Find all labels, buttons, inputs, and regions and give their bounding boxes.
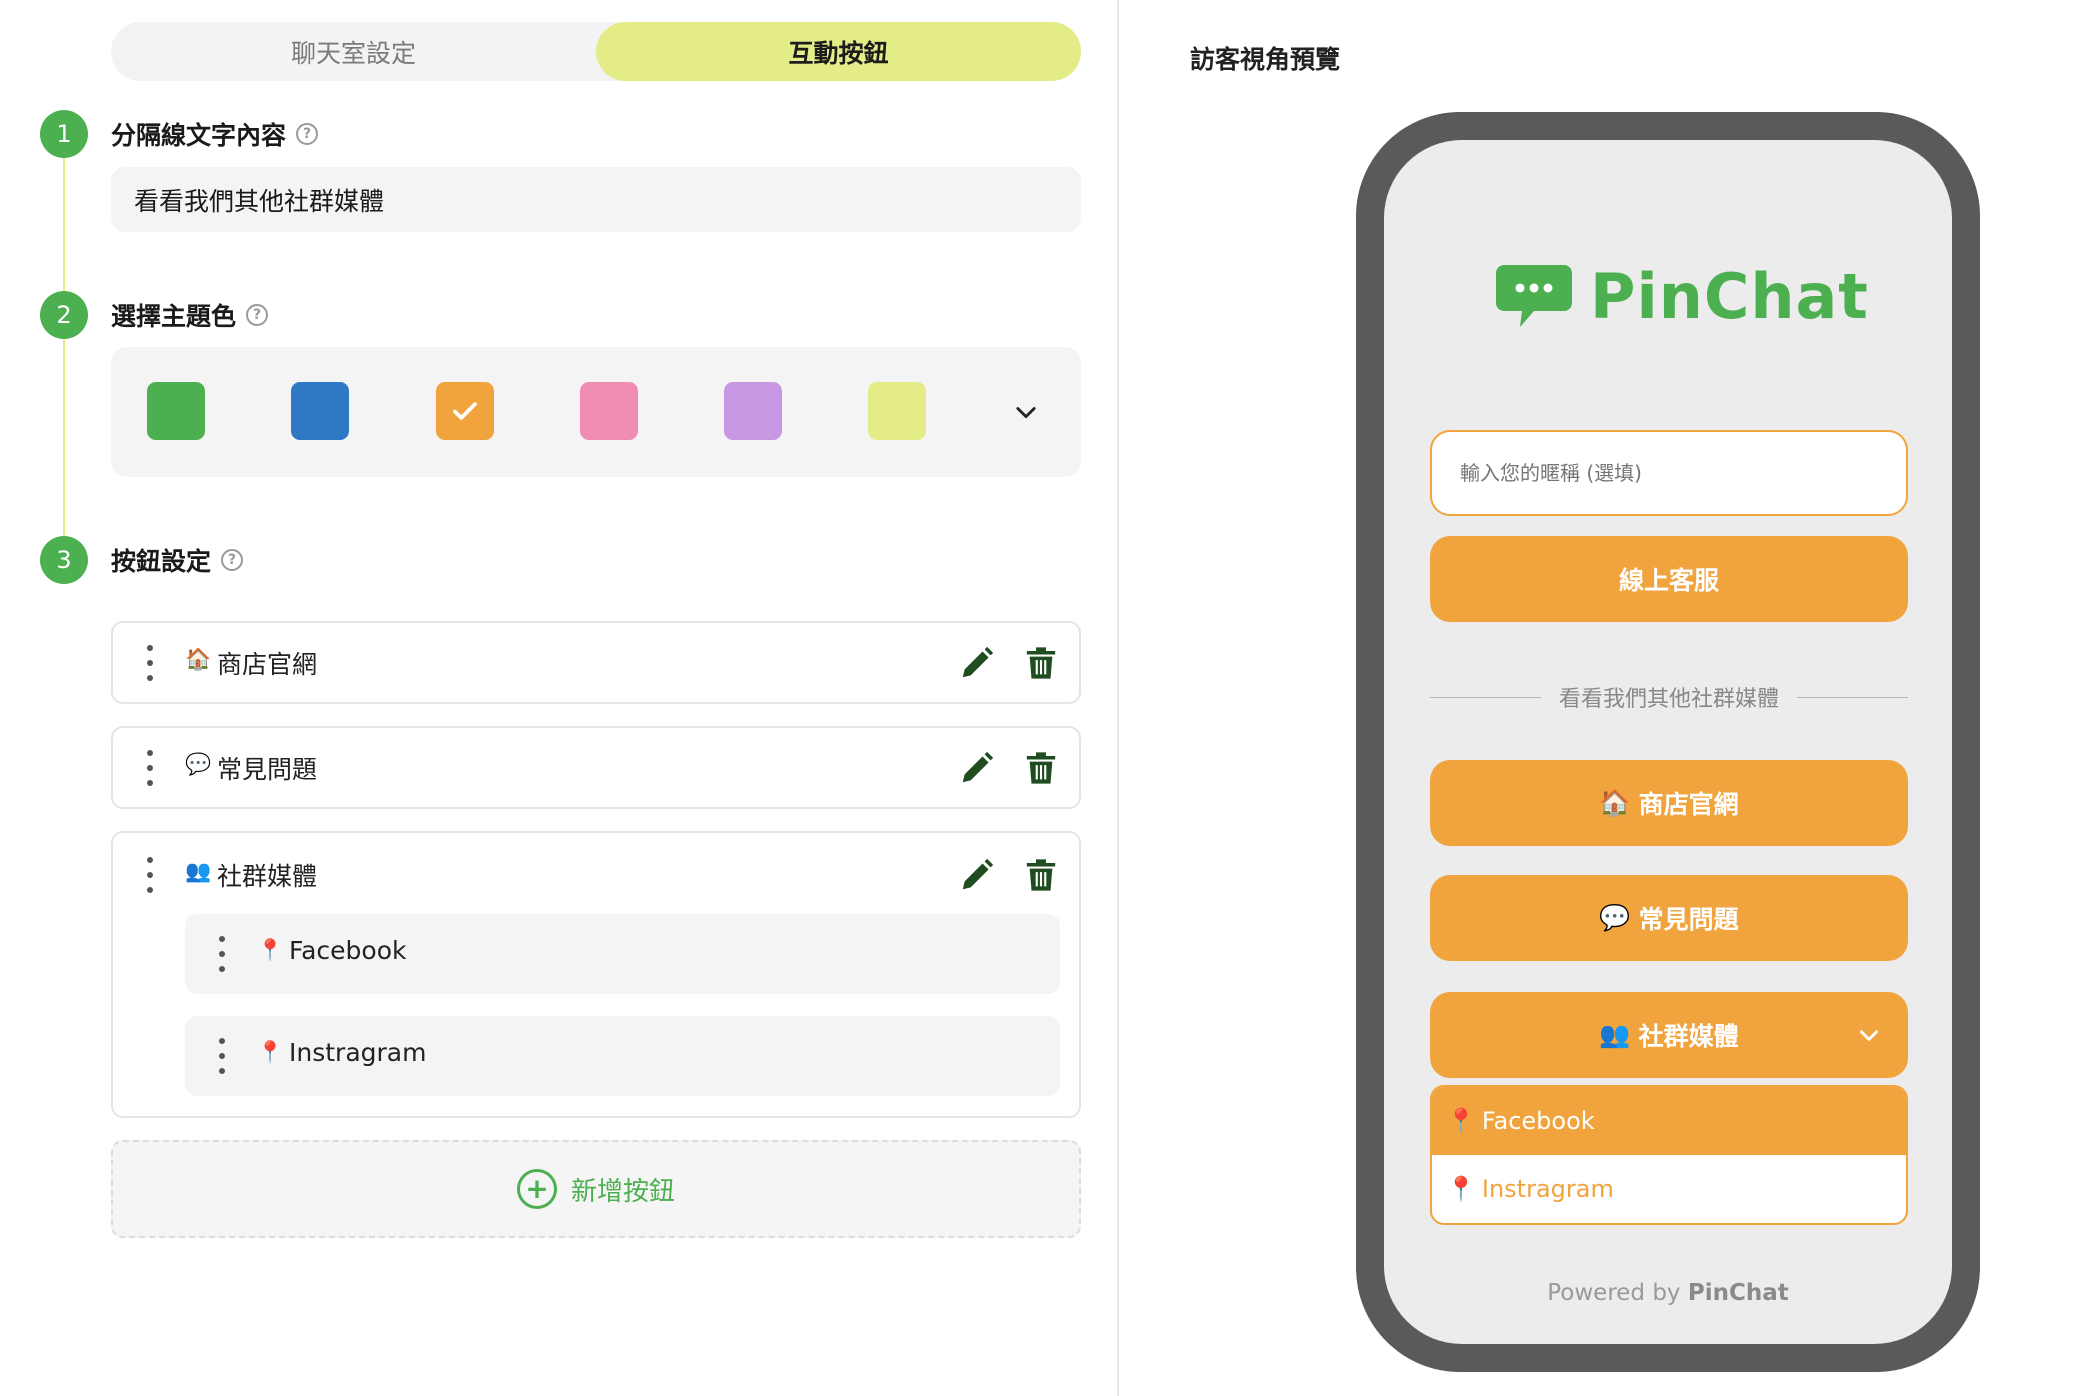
settings-panel: 聊天室設定 互動按鈕 1 分隔線文字內容 ? 2 選擇主題色 ? 3 按鈕設定 … [0, 0, 1116, 1396]
step-title-button-settings: 按鈕設定 ? [111, 542, 244, 578]
people-icon: 👥 [1599, 1020, 1631, 1049]
dropdown-item-facebook[interactable]: 📍 Facebook [1432, 1087, 1906, 1155]
button-card-store: 🏠 商店官網 [111, 621, 1081, 704]
delete-button[interactable] [1019, 746, 1063, 790]
step-number-2: 2 [40, 291, 88, 339]
add-button[interactable]: + 新增按鈕 [111, 1140, 1081, 1238]
pin-icon: 📍 [257, 938, 284, 962]
color-swatch-green[interactable] [147, 382, 205, 440]
tab-chat-settings[interactable]: 聊天室設定 [111, 22, 596, 81]
brand-logo: PinChat [1494, 260, 1869, 333]
drag-handle-icon[interactable] [141, 857, 159, 893]
tab-interactive-buttons[interactable]: 互動按鈕 [596, 22, 1081, 81]
divider: 看看我們其他社群媒體 [1430, 680, 1909, 714]
divider-line [1797, 696, 1909, 698]
color-swatch-pink[interactable] [580, 382, 638, 440]
house-icon: 🏠 [1599, 788, 1631, 817]
dropdown-item-instagram[interactable]: 📍 Instragram [1432, 1155, 1906, 1223]
drag-handle-icon[interactable] [213, 1038, 231, 1074]
color-swatch-purple[interactable] [724, 382, 782, 440]
pin-icon: 📍 [1446, 1107, 1476, 1135]
panel-divider [1117, 0, 1119, 1396]
powered-prefix: Powered by [1547, 1280, 1681, 1306]
button-row: 💬 常見問題 [113, 728, 1079, 808]
phone-screen: PinChat 線上客服 看看我們其他社群媒體 🏠 商店官網 💬 常見問題 👥 … [1384, 140, 1952, 1344]
step-number-3: 3 [40, 536, 88, 584]
house-icon: 🏠 [185, 647, 212, 671]
nickname-input[interactable] [1430, 430, 1908, 516]
social-dropdown: 📍 Facebook 📍 Instragram [1430, 1085, 1908, 1225]
drag-handle-icon[interactable] [213, 936, 231, 972]
drag-handle-icon[interactable] [141, 645, 159, 681]
step-title-theme-color: 選擇主題色 ? [111, 297, 269, 333]
edit-button[interactable] [955, 853, 999, 897]
sub-button-facebook[interactable]: 📍 Facebook [185, 914, 1060, 994]
button-row: 👥 社群媒體 [113, 833, 1079, 913]
preview-button-store[interactable]: 🏠 商店官網 [1430, 760, 1908, 846]
speech-bubble-icon: 💬 [185, 752, 212, 776]
step-title-label: 分隔線文字內容 [111, 121, 287, 150]
dropdown-item-label: Instragram [1481, 1175, 1614, 1203]
button-label: 社群媒體 [1638, 1022, 1739, 1051]
button-label: 商店官網 [1638, 790, 1739, 819]
help-icon[interactable]: ? [221, 549, 244, 571]
edit-button[interactable] [955, 746, 999, 790]
theme-color-picker [111, 347, 1081, 477]
pin-icon: 📍 [257, 1040, 284, 1064]
speech-bubble-icon: 💬 [1599, 903, 1631, 932]
button-card-social: 👥 社群媒體 📍 Facebook 📍 Instragram [111, 831, 1081, 1118]
preview-button-faq[interactable]: 💬 常見問題 [1430, 875, 1908, 961]
pencil-icon [962, 646, 994, 678]
edit-button[interactable] [955, 641, 999, 685]
check-icon [453, 402, 477, 420]
phone-frame: PinChat 線上客服 看看我們其他社群媒體 🏠 商店官網 💬 常見問題 👥 … [1356, 112, 1980, 1372]
live-support-button[interactable]: 線上客服 [1430, 536, 1908, 622]
button-label: 商店官網 [217, 650, 318, 679]
trash-icon [1026, 647, 1056, 679]
divider-text: 看看我們其他社群媒體 [1559, 687, 1780, 712]
trash-icon [1026, 859, 1056, 891]
button-row: 🏠 商店官網 [113, 623, 1079, 703]
add-button-label: 新增按鈕 [570, 1176, 675, 1207]
preview-button-social[interactable]: 👥 社群媒體 [1430, 992, 1908, 1078]
more-colors-button[interactable] [1006, 392, 1046, 432]
divider-text-input[interactable] [111, 167, 1081, 232]
button-label: 常見問題 [217, 755, 318, 784]
delete-button[interactable] [1019, 853, 1063, 897]
powered-brand[interactable]: PinChat [1688, 1280, 1789, 1306]
people-icon: 👥 [185, 859, 212, 883]
sub-button-label: Facebook [289, 936, 407, 965]
chat-bubble-logo-icon [1496, 264, 1572, 327]
help-icon[interactable]: ? [296, 123, 319, 145]
plus-circle-icon: + [516, 1169, 557, 1209]
pencil-icon [962, 751, 994, 783]
button-label: 社群媒體 [217, 862, 318, 891]
sub-button-label: Instragram [289, 1038, 427, 1067]
step-number-1: 1 [40, 110, 88, 158]
step-title-divider-text: 分隔線文字內容 ? [111, 116, 319, 152]
step-title-label: 按鈕設定 [111, 547, 212, 576]
powered-by: Powered by PinChat [1384, 1280, 1952, 1306]
button-label: 常見問題 [1638, 905, 1739, 934]
chevron-down-icon [1016, 407, 1036, 419]
step-connector-line [63, 135, 65, 560]
sub-button-instagram[interactable]: 📍 Instragram [185, 1016, 1060, 1096]
pin-icon: 📍 [1446, 1175, 1476, 1203]
dropdown-item-label: Facebook [1481, 1107, 1595, 1135]
tab-bar: 聊天室設定 互動按鈕 [111, 22, 1081, 81]
help-icon[interactable]: ? [246, 304, 269, 326]
divider-line [1430, 696, 1541, 698]
step-title-label: 選擇主題色 [111, 302, 237, 331]
color-swatch-yellow[interactable] [868, 382, 926, 440]
brand-name: PinChat [1590, 260, 1869, 333]
chevron-down-icon [1860, 1030, 1878, 1041]
delete-button[interactable] [1019, 641, 1063, 685]
color-swatch-orange[interactable] [436, 382, 494, 440]
button-card-faq: 💬 常見問題 [111, 726, 1081, 809]
trash-icon [1026, 752, 1056, 784]
preview-title: 訪客視角預覽 [1190, 45, 1341, 74]
color-swatch-blue[interactable] [291, 382, 349, 440]
pencil-icon [962, 858, 994, 890]
drag-handle-icon[interactable] [141, 750, 159, 786]
